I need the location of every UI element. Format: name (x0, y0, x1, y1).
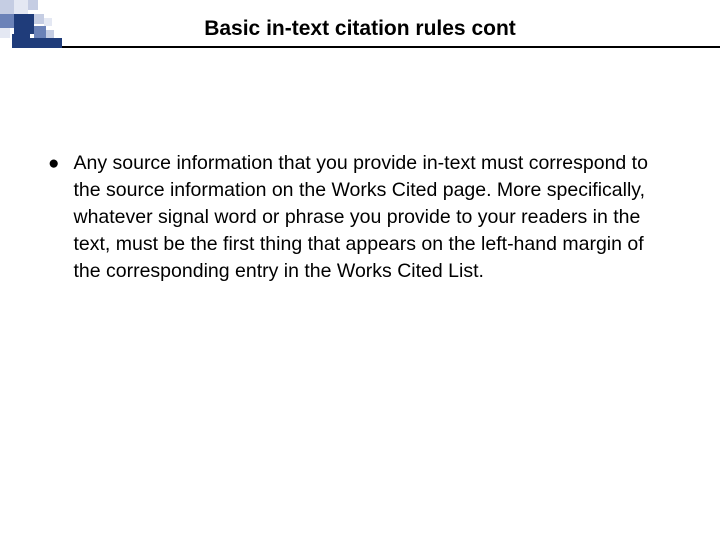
slide-title: Basic in-text citation rules cont (0, 17, 720, 41)
slide-content: ● Any source information that you provid… (48, 150, 672, 285)
bullet-marker: ● (48, 150, 59, 177)
bullet-item: ● Any source information that you provid… (48, 150, 672, 285)
body-text: Any source information that you provide … (73, 150, 672, 285)
slide-header: Basic in-text citation rules cont (0, 0, 720, 48)
title-underline (62, 46, 720, 48)
